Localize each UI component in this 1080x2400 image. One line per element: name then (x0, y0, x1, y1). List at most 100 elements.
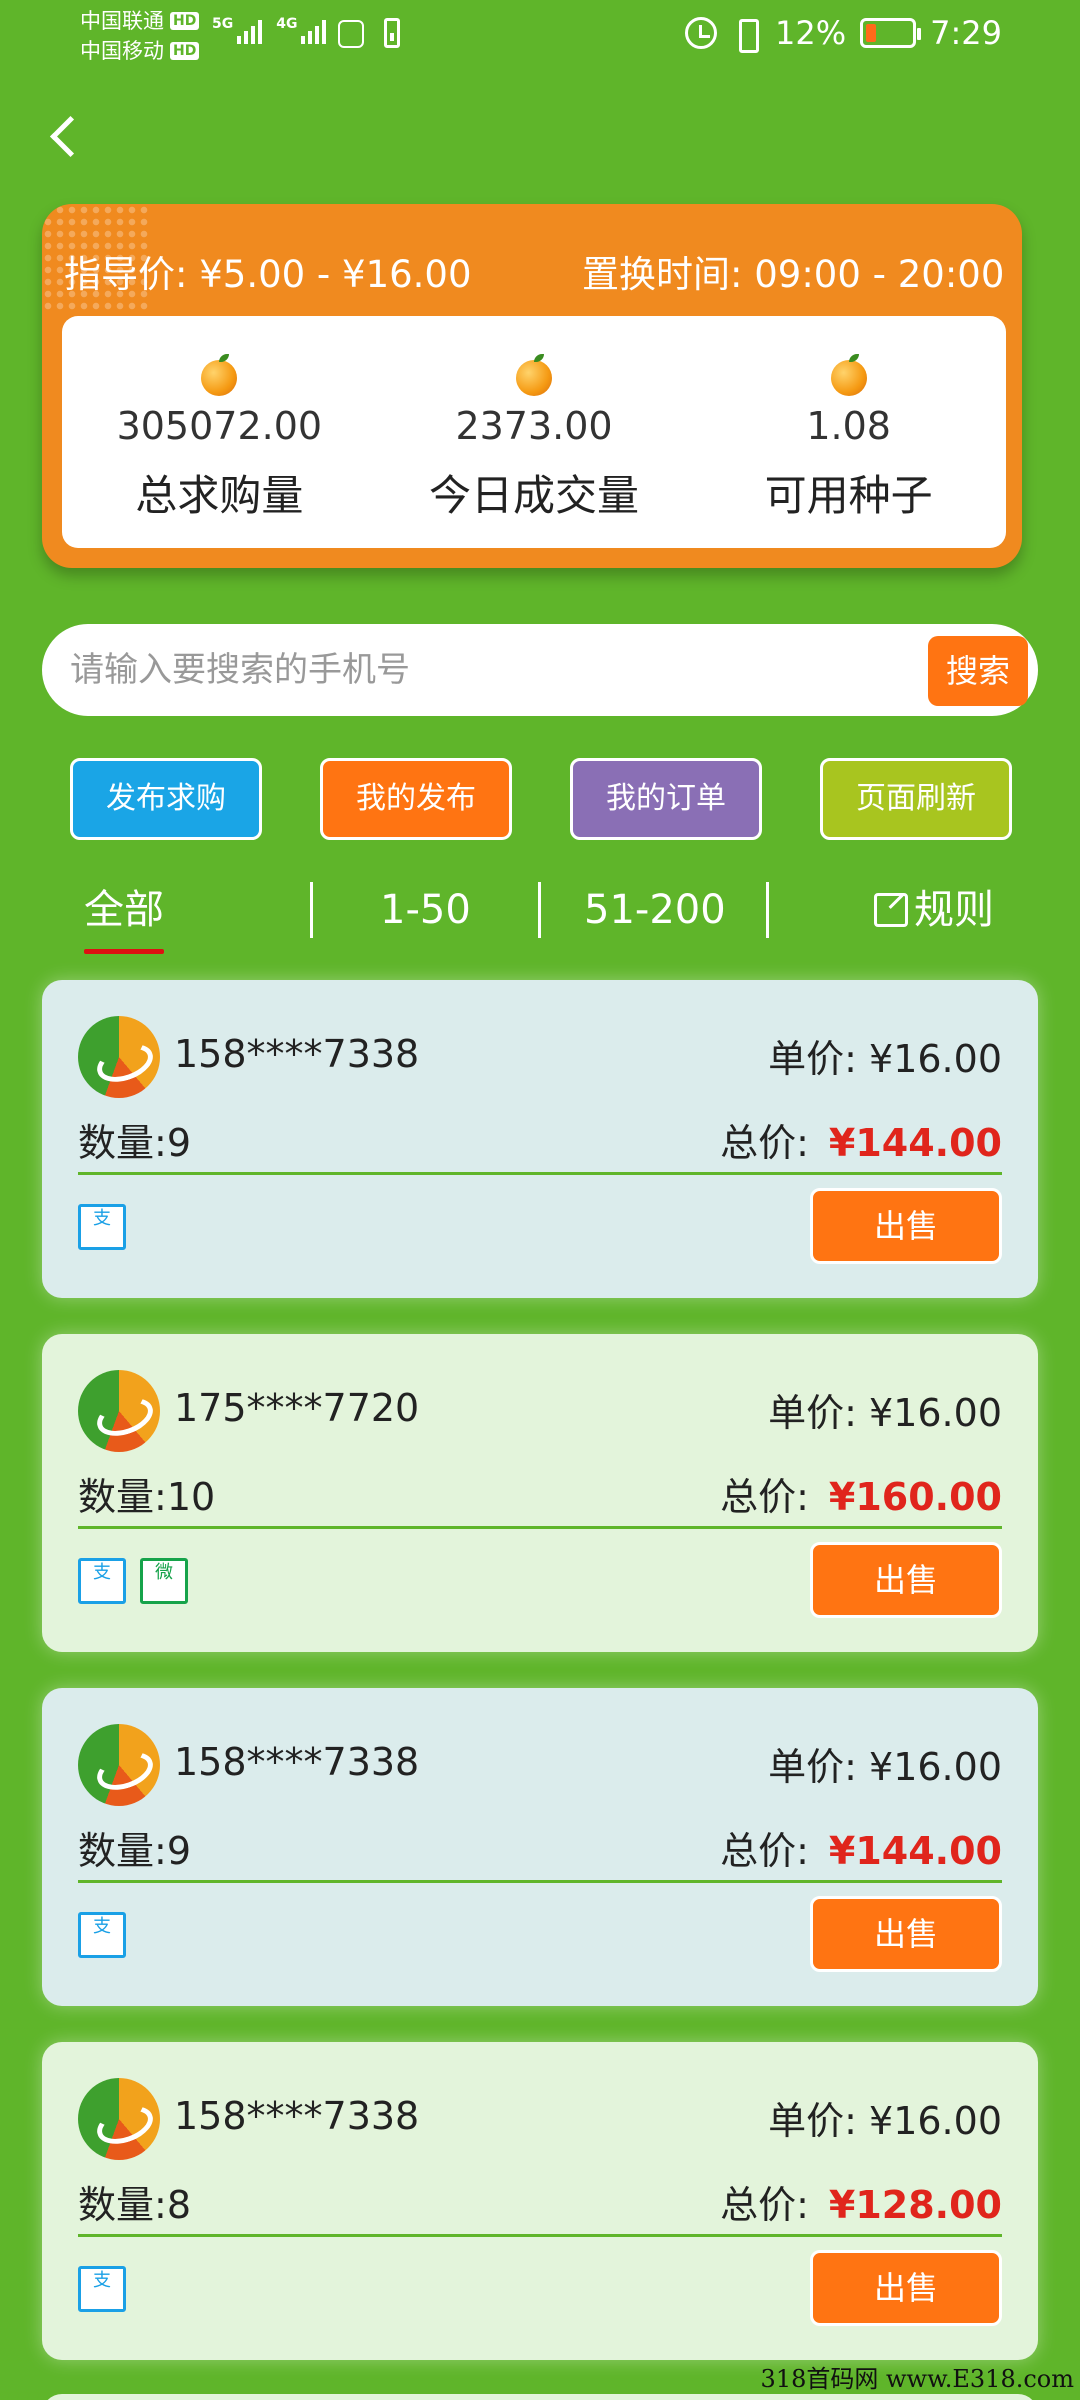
order-card: 175****7720 单价: ¥16.00 数量:10 总价: ¥160.00 … (42, 1334, 1038, 1652)
back-icon[interactable] (44, 108, 84, 164)
alarm-icon (685, 17, 718, 49)
hd-badge: HD (170, 12, 200, 30)
signal-icon (237, 18, 263, 44)
avatar (78, 1016, 160, 1098)
unit-price-value: ¥16.00 (869, 1745, 1002, 1789)
sell-button[interactable]: 出售 (810, 2250, 1002, 2326)
status-bar: 中国联通 HD 中国移动 HD 5G 4G 12% 7:29 (0, 0, 1080, 72)
quantity: 数量:8 (78, 2174, 191, 2229)
divider (78, 1526, 1002, 1529)
order-card: 158****7338 单价: ¥16.00 数量:8 总价: ¥128.00 支… (42, 2042, 1038, 2360)
quantity: 数量:10 (78, 1466, 215, 1521)
buyer-phone: 158****7338 (174, 1032, 420, 1076)
quantity-value: 9 (166, 1121, 191, 1165)
sell-button[interactable]: 出售 (810, 1896, 1002, 1972)
payment-methods: 支 (78, 1912, 126, 1958)
unit-price-value: ¥16.00 (869, 1391, 1002, 1435)
clock: 7:29 (930, 14, 1002, 52)
search-button[interactable]: 搜索 (928, 636, 1028, 706)
quantity-value: 8 (166, 2183, 191, 2227)
total-price: 总价: ¥160.00 (720, 1466, 1002, 1521)
market-summary-card: 指导价: ¥5.00 - ¥16.00 置换时间: 09:00 - 20:00 … (42, 204, 1022, 568)
divider (78, 2234, 1002, 2237)
stat-value: 2373.00 (455, 404, 613, 448)
total-price-label: 总价: (720, 1475, 809, 1519)
rules-label: 规则 (914, 887, 994, 933)
quantity-value: 9 (166, 1829, 191, 1873)
payment-methods: 支 (78, 2266, 126, 2312)
stat-value: 1.08 (806, 404, 891, 448)
stat-value: 305072.00 (116, 404, 323, 448)
app-store-icon (338, 20, 364, 48)
battery-icon (860, 18, 922, 48)
search-bar: 搜索 (42, 624, 1038, 716)
quantity-label: 数量: (78, 1829, 167, 1873)
tab-range-51-200[interactable]: 51-200 (584, 872, 726, 948)
guide-price-label: 指导价: (64, 253, 188, 296)
tab-divider (310, 882, 313, 938)
alipay-icon: 支 (78, 1912, 126, 1958)
charging-icon (384, 18, 400, 48)
signal-icon (301, 18, 327, 44)
quantity: 数量:9 (78, 1820, 191, 1875)
alipay-icon: 支 (78, 2266, 126, 2312)
quantity-label: 数量: (78, 1121, 167, 1165)
orange-icon (201, 354, 238, 396)
order-card-partial (42, 2394, 1038, 2400)
unit-price-label: 单价: (768, 1037, 857, 1081)
avatar (78, 1370, 160, 1452)
my-orders-button[interactable]: 我的订单 (570, 758, 762, 840)
avatar (78, 1724, 160, 1806)
divider (78, 1880, 1002, 1883)
publish-request-button[interactable]: 发布求购 (70, 758, 262, 840)
order-card: 158****7338 单价: ¥16.00 数量:9 总价: ¥144.00 支… (42, 1688, 1038, 2006)
refresh-page-button[interactable]: 页面刷新 (820, 758, 1012, 840)
tab-range-1-50[interactable]: 1-50 (380, 872, 471, 948)
total-price-label: 总价: (720, 2183, 809, 2227)
tab-divider (766, 882, 769, 938)
quantity-label: 数量: (78, 2183, 167, 2227)
phone-search-input[interactable] (70, 624, 930, 716)
total-price-value: ¥144.00 (828, 1829, 1002, 1873)
quantity-value: 10 (166, 1475, 216, 1519)
unit-price-label: 单价: (768, 2099, 857, 2143)
unit-price: 单价: ¥16.00 (768, 1736, 1002, 1791)
stat-total-demand: 305072.00 总求购量 (62, 316, 377, 548)
exchange-time-value: 09:00 - 20:00 (754, 253, 1005, 296)
buyer-phone: 158****7338 (174, 1740, 420, 1784)
unit-price: 单价: ¥16.00 (768, 1028, 1002, 1083)
unit-price-label: 单价: (768, 1745, 857, 1789)
buyer-phone: 158****7338 (174, 2094, 420, 2138)
battery-percent: 12% (775, 14, 847, 52)
guide-price-value: ¥5.00 - ¥16.00 (199, 253, 472, 296)
sell-button[interactable]: 出售 (810, 1188, 1002, 1264)
unit-price-label: 单价: (768, 1391, 857, 1435)
tab-all[interactable]: 全部 (84, 872, 164, 954)
avatar (78, 2078, 160, 2160)
status-right: 12% 7:29 (685, 14, 1002, 53)
action-buttons: 发布求购 我的发布 我的订单 页面刷新 (70, 758, 1012, 840)
hd-badge: HD (170, 42, 200, 60)
total-price-label: 总价: (720, 1121, 809, 1165)
buyer-phone: 175****7720 (174, 1386, 420, 1430)
alipay-icon: 支 (78, 1558, 126, 1604)
net-type-1: 5G (212, 16, 234, 32)
total-price-value: ¥160.00 (828, 1475, 1002, 1519)
order-card: 158****7338 单价: ¥16.00 数量:9 总价: ¥144.00 支… (42, 980, 1038, 1298)
tab-divider (538, 882, 541, 938)
total-price: 总价: ¥144.00 (720, 1112, 1002, 1167)
carrier-2: 中国移动 (80, 39, 164, 63)
stat-today-volume: 2373.00 今日成交量 (377, 316, 692, 548)
orange-icon (830, 354, 867, 396)
quantity-label: 数量: (78, 1475, 167, 1519)
sell-button[interactable]: 出售 (810, 1542, 1002, 1618)
carrier-1: 中国联通 (80, 9, 164, 33)
total-price-value: ¥128.00 (828, 2183, 1002, 2227)
payment-methods: 支 微 (78, 1558, 188, 1604)
stat-label: 总求购量 (135, 471, 304, 520)
stats-panel: 305072.00 总求购量 2373.00 今日成交量 1.08 可用种子 (62, 316, 1006, 548)
signal-icons: 5G 4G (212, 16, 327, 44)
total-price: 总价: ¥144.00 (720, 1820, 1002, 1875)
my-posts-button[interactable]: 我的发布 (320, 758, 512, 840)
rules-link[interactable]: 规则 (874, 872, 994, 948)
